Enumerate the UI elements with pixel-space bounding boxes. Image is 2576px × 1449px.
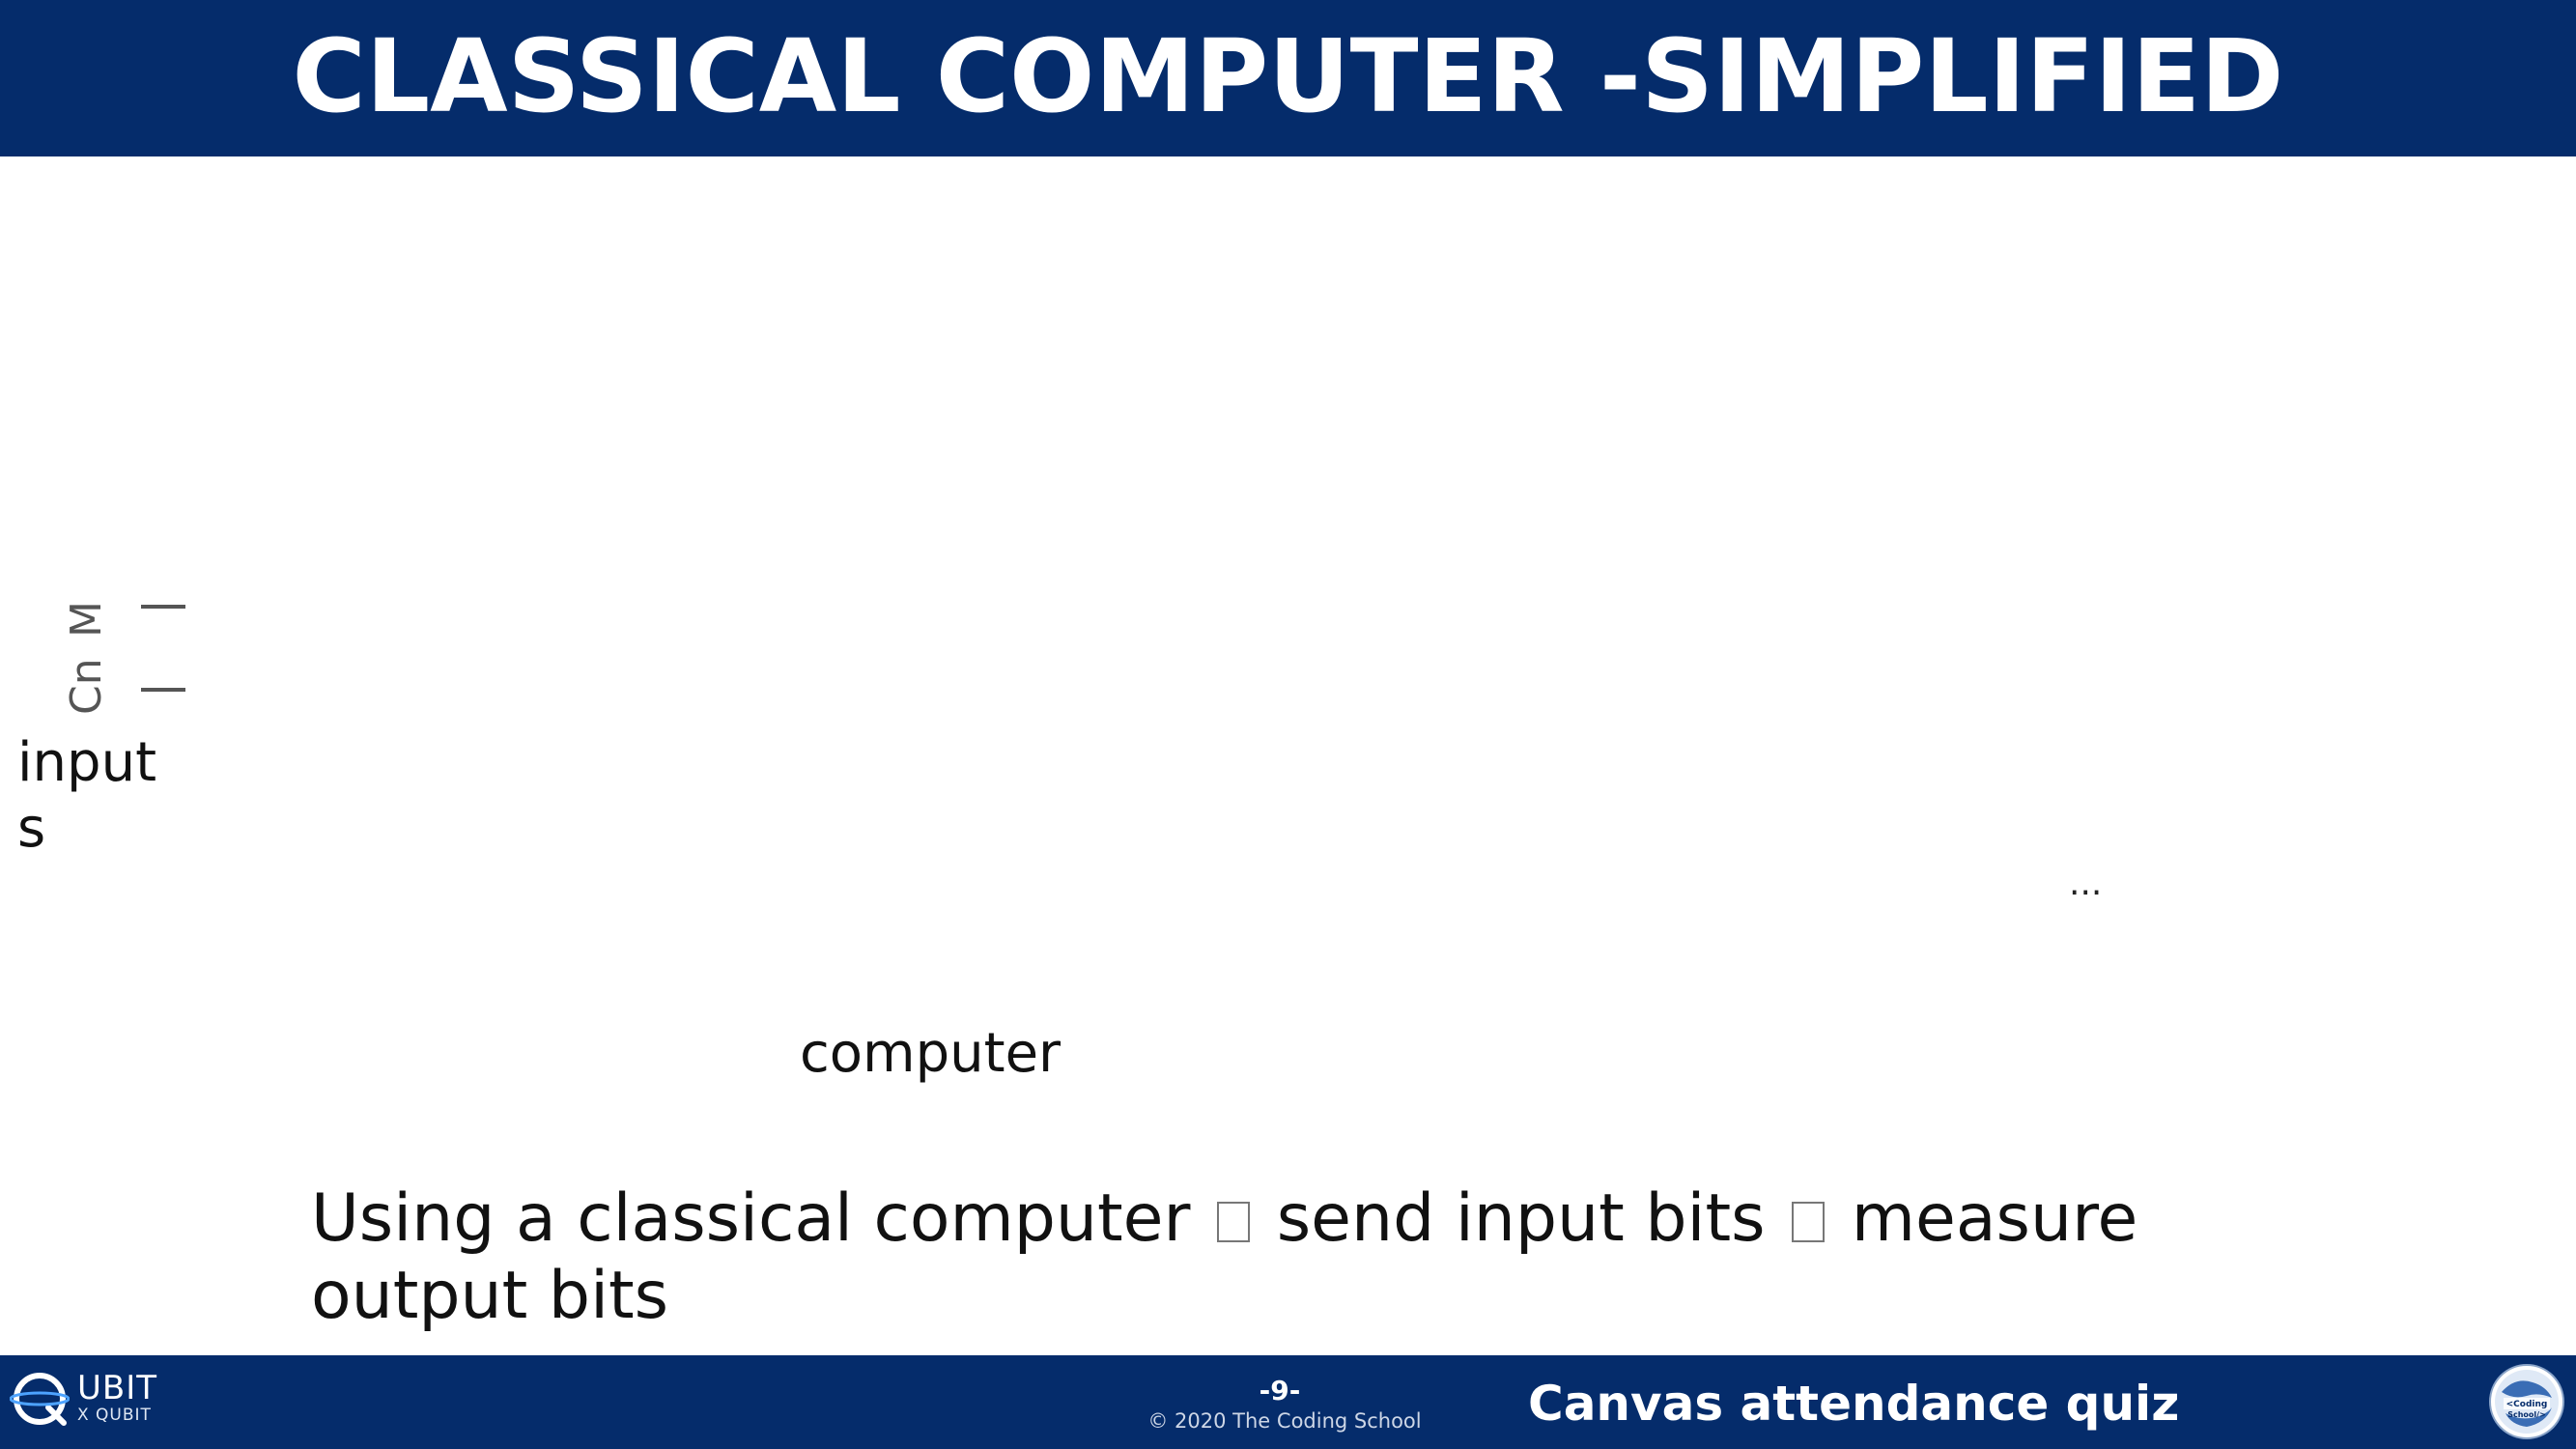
title-bar: CLASSICAL COMPUTER -SIMPLIFIED [0, 0, 2576, 156]
rotated-label-cn: Cn [62, 658, 111, 715]
qubit-logo: UBIT X QUBIT [10, 1369, 164, 1436]
ellipsis-fragment: ... [2069, 869, 2103, 898]
arrow-placeholder-icon [1792, 1202, 1826, 1243]
caption-part-1: Using a classical computer [311, 1180, 1191, 1257]
attendance-quiz-link[interactable]: Canvas attendance quiz [1528, 1375, 2179, 1433]
copyright: © 2020 The Coding School [1147, 1409, 1422, 1433]
input-tick-line [141, 605, 185, 609]
inputs-label-text: input s [17, 731, 157, 860]
logo-text: UBIT [77, 1369, 158, 1407]
caption: Using a classical computer send input bi… [311, 1180, 2262, 1335]
svg-text:<Coding: <Coding [2506, 1400, 2548, 1409]
page-number: -9- [1259, 1375, 1301, 1406]
arrow-placeholder-icon [1217, 1202, 1251, 1243]
coding-school-logo-icon: <Coding School/> [2489, 1364, 2564, 1439]
rotated-label-m: M [62, 601, 111, 638]
computer-label: computer [800, 1022, 1062, 1085]
inputs-label: input s [17, 730, 172, 862]
slide: CLASSICAL COMPUTER -SIMPLIFIED M Cn inpu… [0, 0, 2576, 1449]
input-tick-line [141, 688, 185, 692]
svg-text:School/>: School/> [2507, 1410, 2546, 1419]
slide-title: CLASSICAL COMPUTER -SIMPLIFIED [292, 17, 2284, 135]
qubit-q-icon [10, 1373, 70, 1426]
footer-bar: UBIT X QUBIT -9- © 2020 The Coding Schoo… [0, 1355, 2576, 1449]
logo-subtext: X QUBIT [77, 1406, 152, 1425]
caption-part-2: send input bits [1276, 1180, 1766, 1257]
